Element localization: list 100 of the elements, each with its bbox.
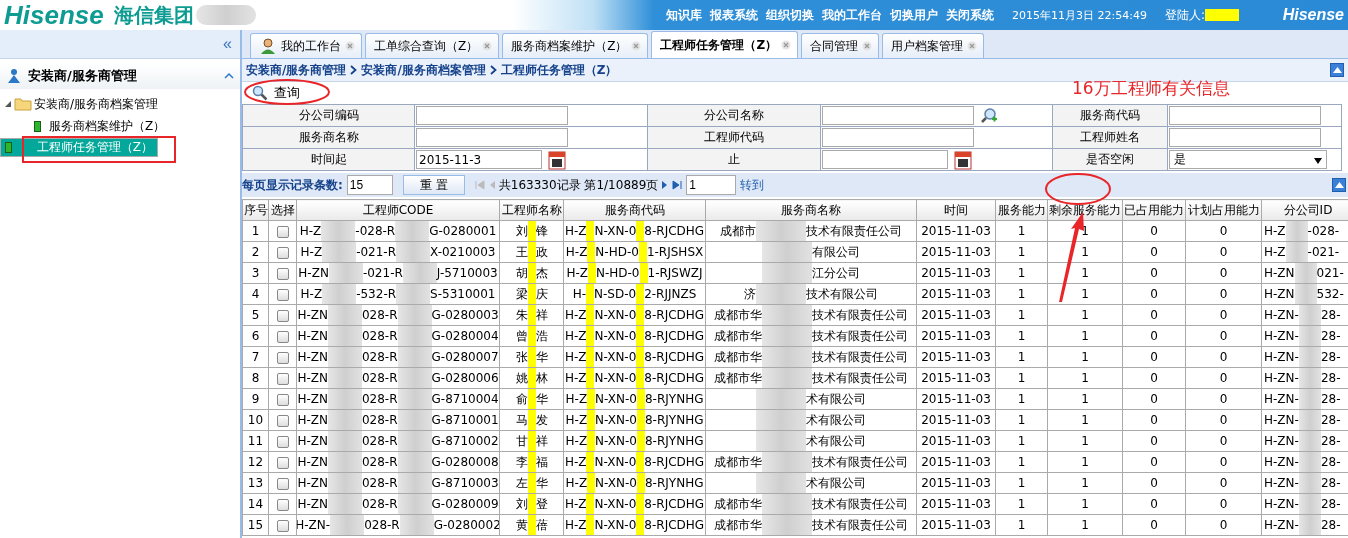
collapse-up-button[interactable] — [1330, 63, 1344, 77]
blur-mark — [1285, 221, 1308, 241]
highlight-mark — [527, 368, 536, 388]
breadcrumb-link[interactable]: 安装商/服务商管理 — [246, 61, 347, 79]
input-field[interactable] — [822, 150, 949, 169]
cell-text: N-XN-0 — [594, 371, 637, 385]
cell-text: 甘 — [515, 432, 528, 450]
close-icon[interactable] — [631, 41, 642, 51]
column-header[interactable]: 工程师名称 — [499, 199, 564, 221]
checkbox[interactable] — [276, 414, 289, 427]
cell-text: H-ZN- — [1264, 434, 1299, 448]
menu-link[interactable]: 组织切换 — [766, 6, 814, 24]
cell-text: 林 — [535, 369, 548, 387]
tab[interactable]: 合同管理 — [801, 33, 880, 58]
checkbox[interactable] — [276, 246, 289, 259]
cell-text: -021- — [1307, 245, 1340, 259]
cell-text: 28- — [1320, 308, 1341, 322]
cell-text: 成都市 — [720, 222, 756, 240]
column-header[interactable]: 选择 — [268, 199, 297, 221]
checkbox[interactable] — [276, 225, 289, 238]
breadcrumb-link[interactable]: 安装商/服务商档案管理 — [361, 61, 486, 79]
scroll-up-button[interactable] — [1332, 178, 1346, 192]
calendar-icon[interactable] — [548, 149, 567, 170]
column-header[interactable]: 服务商名称 — [705, 199, 917, 221]
cell-text: 028-R — [361, 350, 398, 364]
cell-text: H-ZN- — [1264, 455, 1299, 469]
cell-text: H-Z — [564, 497, 587, 511]
input-field[interactable] — [1169, 106, 1322, 125]
cell-text: N-XN-0 — [595, 476, 637, 490]
menu-link[interactable]: 我的工作台 — [822, 6, 882, 24]
tab[interactable]: 用户档案管理 — [882, 33, 985, 58]
cell-text: 028-R — [361, 497, 398, 511]
highlight-mark — [587, 263, 596, 283]
tree-item[interactable]: 安装商/服务商档案管理 — [0, 93, 240, 115]
close-icon[interactable] — [862, 41, 873, 51]
close-icon[interactable] — [345, 41, 355, 51]
blur-mark — [397, 305, 432, 325]
cell-text: 术有限公司 — [806, 474, 866, 492]
input-field[interactable] — [1169, 128, 1322, 147]
checkbox[interactable] — [276, 372, 289, 385]
checkbox[interactable] — [276, 393, 289, 406]
reset-button[interactable]: 重 置 — [402, 175, 465, 195]
column-header[interactable]: 序号 — [242, 199, 269, 221]
highlight-mark — [587, 473, 596, 493]
collapse-button[interactable]: « — [215, 35, 240, 53]
tree-item[interactable]: 服务商档案维护（Z） — [0, 115, 240, 138]
search-icon[interactable] — [980, 106, 999, 125]
column-header[interactable]: 计划占用能力 — [1185, 199, 1262, 221]
close-icon[interactable] — [482, 41, 493, 51]
expand-triangle-icon[interactable] — [4, 100, 12, 108]
tab[interactable]: 工程师任务管理（Z） — [651, 31, 799, 58]
blur-mark — [327, 410, 362, 430]
input-field[interactable]: 2015-11-3 — [416, 150, 543, 169]
calendar-icon[interactable] — [954, 149, 973, 170]
column-header[interactable]: 服务商代码 — [563, 199, 706, 221]
chevron-icon[interactable] — [224, 72, 234, 80]
last-page-icon[interactable] — [672, 180, 683, 190]
input-field[interactable] — [822, 128, 975, 147]
tab[interactable]: 我的工作台 — [250, 33, 362, 58]
checkbox[interactable] — [276, 309, 289, 322]
cell-text: G-8710001 — [431, 413, 499, 427]
checkbox[interactable] — [276, 351, 289, 364]
checkbox[interactable] — [276, 435, 289, 448]
cell-text: G-0280006 — [431, 371, 499, 385]
column-header[interactable]: 分公司ID — [1261, 199, 1348, 221]
menu-link[interactable]: 报表系统 — [710, 6, 758, 24]
blur-mark — [328, 263, 363, 283]
next-page-icon[interactable] — [662, 180, 669, 190]
checkbox[interactable] — [276, 288, 289, 301]
tab[interactable]: 工单综合查询（Z） — [365, 33, 500, 58]
breadcrumb-link[interactable]: 工程师任务管理（Z） — [500, 61, 618, 79]
goto-link[interactable]: 转到 — [740, 176, 765, 194]
checkbox[interactable] — [276, 267, 289, 280]
column-header[interactable]: 时间 — [916, 199, 996, 221]
column-header[interactable]: 工程师CODE — [296, 199, 500, 221]
checkbox[interactable] — [276, 477, 289, 490]
input-field[interactable] — [416, 106, 569, 125]
input-field[interactable] — [822, 106, 975, 125]
cell-text: H-ZN- — [1264, 329, 1299, 343]
checkbox[interactable] — [276, 456, 289, 469]
close-icon[interactable] — [781, 40, 792, 50]
checkbox[interactable] — [276, 330, 289, 343]
blur-mark — [396, 242, 431, 262]
cell-text: N-HD-0 — [595, 245, 639, 259]
menu-link[interactable]: 关闭系统 — [946, 6, 994, 24]
query-button[interactable]: 查询 — [242, 84, 300, 102]
checkbox[interactable] — [276, 498, 289, 511]
checkbox[interactable] — [276, 519, 289, 532]
menu-link[interactable]: 切换用户 — [890, 6, 938, 24]
table-cell: 4 — [242, 283, 269, 305]
page-field[interactable]: 1 — [686, 175, 737, 195]
input-field[interactable] — [416, 128, 569, 147]
page-size-field[interactable]: 15 — [346, 175, 393, 195]
tab[interactable]: 服务商档案维护（Z） — [502, 33, 649, 58]
close-icon[interactable] — [967, 41, 978, 51]
record-summary: 共163330记录 第1/10889页 — [498, 176, 659, 194]
column-header[interactable]: 已占用能力 — [1122, 199, 1186, 221]
dropdown[interactable]: 是 — [1169, 150, 1328, 169]
blur-mark — [397, 473, 432, 493]
column-header[interactable]: 服务能力 — [995, 199, 1048, 221]
